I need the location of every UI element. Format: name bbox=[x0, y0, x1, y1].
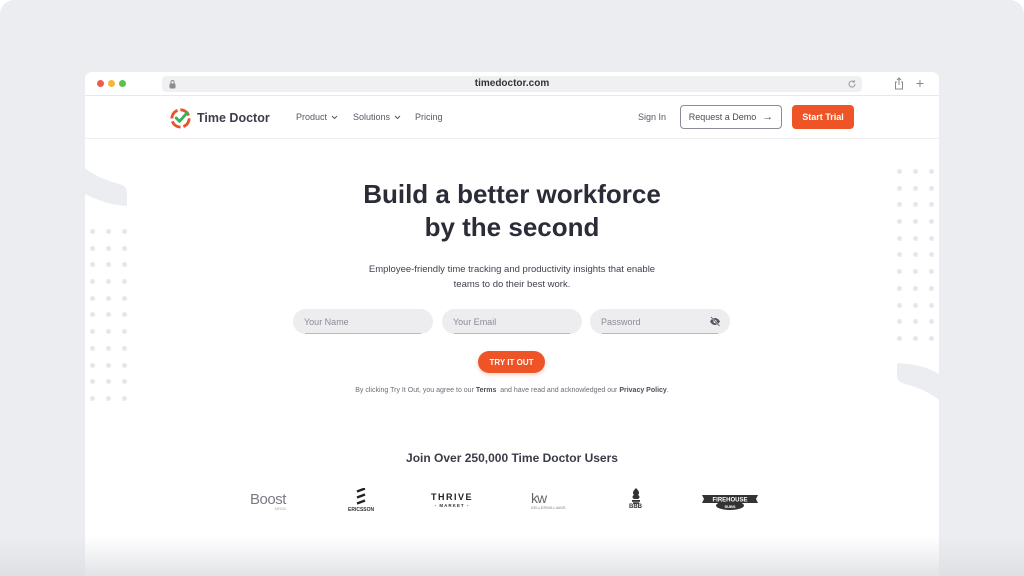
minimize-window-button[interactable] bbox=[108, 80, 115, 87]
start-trial-button[interactable]: Start Trial bbox=[792, 105, 854, 129]
try-it-out-button[interactable]: TRY IT OUT bbox=[478, 351, 545, 373]
boost-wordmark: Boost bbox=[250, 491, 286, 508]
email-field[interactable] bbox=[442, 309, 582, 334]
thrive-subtext: - MARKET - bbox=[434, 503, 470, 508]
time-doctor-logo-icon bbox=[170, 108, 191, 129]
eye-slash-icon[interactable] bbox=[709, 316, 721, 327]
nav-solutions[interactable]: Solutions bbox=[353, 112, 401, 122]
legal-text-prefix: By clicking Try It Out, you agree to our bbox=[355, 387, 476, 394]
decorative-curve-right bbox=[897, 363, 939, 400]
nav-product-label: Product bbox=[296, 112, 328, 122]
client-logo-bbb: BBB bbox=[629, 488, 642, 510]
client-logo-firehouse-subs: FIREHOUSE SUBS bbox=[700, 493, 760, 511]
legal-text-suffix: . bbox=[666, 387, 669, 394]
social-proof-heading: Join Over 250,000 Time Doctor Users bbox=[406, 451, 618, 465]
firehouse-subs-badge: FIREHOUSE SUBS bbox=[702, 495, 758, 510]
bbb-torch-icon bbox=[631, 488, 640, 504]
request-demo-button[interactable]: Request a Demo → bbox=[680, 105, 782, 129]
screenshot-backdrop: timedoctor.com + Time Doctor Product Sol… bbox=[0, 0, 1024, 576]
legal-text-middle: and have read and acknowledged our bbox=[496, 387, 620, 394]
url-text: timedoctor.com bbox=[474, 78, 550, 89]
thrive-wordmark: THRIVE bbox=[431, 492, 474, 502]
decorative-dot-grid-left bbox=[90, 229, 127, 401]
close-window-button[interactable] bbox=[97, 80, 104, 87]
subs-wordmark: SUBS bbox=[724, 504, 735, 509]
nav-solutions-label: Solutions bbox=[353, 112, 391, 122]
client-logo-boost: Boost MEDIA bbox=[250, 491, 286, 511]
email-input[interactable] bbox=[442, 309, 582, 334]
firehouse-wordmark: FIREHOUSE bbox=[712, 498, 747, 504]
arrow-right-icon: → bbox=[762, 111, 774, 123]
kw-subtext: KELLERWILLIAMS. bbox=[531, 505, 567, 510]
chevron-down-icon bbox=[331, 115, 338, 119]
nav-product[interactable]: Product bbox=[296, 112, 338, 122]
kw-wordmark: kw bbox=[531, 490, 547, 506]
client-logo-thrive-market: THRIVE - MARKET - bbox=[431, 492, 473, 508]
name-field[interactable] bbox=[293, 309, 433, 334]
browser-toolbar: timedoctor.com + bbox=[85, 72, 939, 96]
brand-name: Time Doctor bbox=[197, 110, 270, 125]
reload-icon[interactable] bbox=[847, 79, 857, 89]
ericsson-wordmark: ERICSSON bbox=[348, 507, 375, 513]
privacy-policy-link[interactable]: Privacy Policy bbox=[619, 387, 666, 394]
hero-title: Build a better workforce by the second bbox=[85, 178, 939, 244]
client-logo-ericsson: ERICSSON bbox=[348, 488, 374, 513]
nav-pricing[interactable]: Pricing bbox=[415, 112, 443, 122]
name-input[interactable] bbox=[293, 309, 433, 334]
chevron-down-icon bbox=[394, 115, 401, 119]
browser-window: timedoctor.com + Time Doctor Product Sol… bbox=[85, 72, 939, 576]
new-tab-button[interactable]: + bbox=[914, 76, 926, 90]
request-demo-label: Request a Demo bbox=[688, 112, 757, 122]
hero-title-line-1: Build a better workforce bbox=[363, 179, 661, 209]
hero-subtitle-line-1: Employee-friendly time tracking and prod… bbox=[368, 264, 656, 275]
address-bar[interactable]: timedoctor.com bbox=[162, 76, 862, 92]
sign-in-label: Sign In bbox=[638, 112, 667, 122]
ericsson-mark-icon bbox=[356, 488, 366, 505]
hero-subtitle-line-2: teams to do their best work. bbox=[453, 279, 571, 290]
maximize-window-button[interactable] bbox=[119, 80, 126, 87]
sign-in-link[interactable]: Sign In bbox=[638, 112, 666, 122]
client-logos: Boost MEDIA ERICSSON THRIVE - MARKET - k… bbox=[85, 484, 939, 524]
nav-pricing-label: Pricing bbox=[415, 112, 443, 122]
password-field[interactable] bbox=[590, 309, 730, 334]
brand-logo[interactable]: Time Doctor bbox=[169, 106, 270, 129]
client-logo-keller-williams: kw KELLERWILLIAMS. bbox=[531, 490, 567, 510]
hero-title-line-2: by the second bbox=[424, 212, 600, 242]
legal-notice: By clicking Try It Out, you agree to our… bbox=[85, 387, 939, 394]
terms-link[interactable]: Terms bbox=[476, 387, 497, 394]
share-icon[interactable] bbox=[893, 77, 905, 90]
hero-subtitle: Employee-friendly time tracking and prod… bbox=[335, 262, 689, 292]
site-header: Time Doctor Product Solutions Pricing Si… bbox=[85, 97, 939, 139]
boost-subtext: MEDIA bbox=[274, 507, 286, 511]
bbb-wordmark: BBB bbox=[629, 504, 642, 510]
